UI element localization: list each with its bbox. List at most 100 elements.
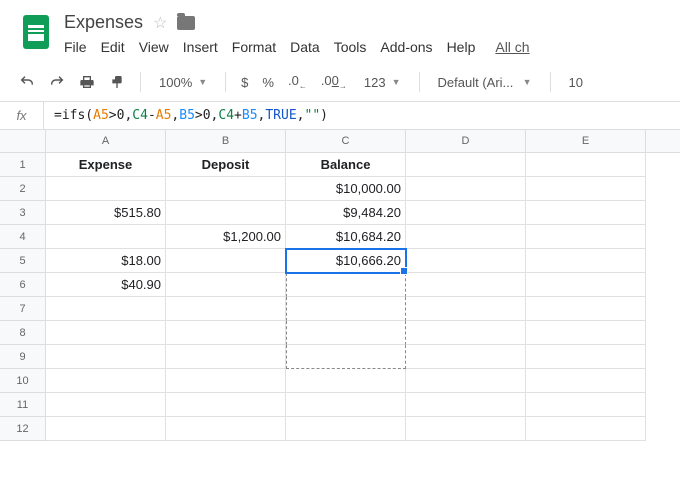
zoom-select[interactable]: 100%▼ [151,75,215,90]
cell-C3[interactable]: $9,484.20 [286,201,406,225]
cell-B10[interactable] [166,369,286,393]
row-header-2[interactable]: 2 [0,177,46,201]
redo-button[interactable] [44,69,70,95]
cell-E9[interactable] [526,345,646,369]
cell-A6[interactable]: $40.90 [46,273,166,297]
menu-view[interactable]: View [139,39,169,55]
cell-A7[interactable] [46,297,166,321]
cell-D11[interactable] [406,393,526,417]
cell-C4[interactable]: $10,684.20 [286,225,406,249]
row-header-5[interactable]: 5 [0,249,46,273]
cell-A2[interactable] [46,177,166,201]
decrease-decimal[interactable]: .0← [283,73,312,91]
cell-C7[interactable] [286,297,406,321]
cell-E5[interactable] [526,249,646,273]
cell-D8[interactable] [406,321,526,345]
col-header-E[interactable]: E [526,130,646,152]
cell-D6[interactable] [406,273,526,297]
row-header-4[interactable]: 4 [0,225,46,249]
formula-input[interactable]: =ifs(A5>0,C4-A5,B5>0,C4+B5,TRUE,"") [44,108,338,123]
cell-D1[interactable] [406,153,526,177]
format-percent[interactable]: % [257,75,279,90]
increase-decimal[interactable]: .00→ [316,73,352,91]
cell-A8[interactable] [46,321,166,345]
cell-E4[interactable] [526,225,646,249]
cell-E2[interactable] [526,177,646,201]
cell-B2[interactable] [166,177,286,201]
row-header-12[interactable]: 12 [0,417,46,441]
folder-icon[interactable] [177,16,195,30]
print-button[interactable] [74,69,100,95]
cell-E8[interactable] [526,321,646,345]
menu-file[interactable]: File [64,39,87,55]
cell-D9[interactable] [406,345,526,369]
cell-C12[interactable] [286,417,406,441]
cell-E3[interactable] [526,201,646,225]
row-header-3[interactable]: 3 [0,201,46,225]
cell-E12[interactable] [526,417,646,441]
row-header-9[interactable]: 9 [0,345,46,369]
cell-C6[interactable] [286,273,406,297]
cell-C2[interactable]: $10,000.00 [286,177,406,201]
cell-D5[interactable] [406,249,526,273]
menu-format[interactable]: Format [232,39,276,55]
menu-edit[interactable]: Edit [101,39,125,55]
cell-B11[interactable] [166,393,286,417]
row-header-1[interactable]: 1 [0,153,46,177]
cell-B12[interactable] [166,417,286,441]
doc-title[interactable]: Expenses [64,12,143,33]
cell-E7[interactable] [526,297,646,321]
cell-A1[interactable]: Expense [46,153,166,177]
row-header-6[interactable]: 6 [0,273,46,297]
cell-A3[interactable]: $515.80 [46,201,166,225]
cell-E10[interactable] [526,369,646,393]
menu-addons[interactable]: Add-ons [380,39,432,55]
paint-format-button[interactable] [104,69,130,95]
cell-A11[interactable] [46,393,166,417]
menu-insert[interactable]: Insert [183,39,218,55]
col-header-A[interactable]: A [46,130,166,152]
col-header-B[interactable]: B [166,130,286,152]
menu-all-changes[interactable]: All ch [495,39,529,55]
cell-E11[interactable] [526,393,646,417]
cell-C5[interactable]: $10,666.20 [286,249,406,273]
select-all-corner[interactable] [0,130,46,152]
cell-D3[interactable] [406,201,526,225]
star-icon[interactable]: ☆ [153,13,167,33]
fx-icon[interactable]: fx [0,102,44,129]
cell-A10[interactable] [46,369,166,393]
row-header-7[interactable]: 7 [0,297,46,321]
font-size-select[interactable]: 10 [561,75,591,90]
undo-button[interactable] [14,69,40,95]
row-header-8[interactable]: 8 [0,321,46,345]
cell-C10[interactable] [286,369,406,393]
sheets-logo[interactable] [16,12,56,52]
row-header-10[interactable]: 10 [0,369,46,393]
cell-A12[interactable] [46,417,166,441]
menu-tools[interactable]: Tools [334,39,367,55]
menu-data[interactable]: Data [290,39,320,55]
cell-A9[interactable] [46,345,166,369]
cell-D2[interactable] [406,177,526,201]
cell-D4[interactable] [406,225,526,249]
more-formats[interactable]: 123▼ [356,75,409,90]
cell-C9[interactable] [286,345,406,369]
format-currency[interactable]: $ [236,75,253,90]
cell-C1[interactable]: Balance [286,153,406,177]
cell-A5[interactable]: $18.00 [46,249,166,273]
cell-B1[interactable]: Deposit [166,153,286,177]
cell-B8[interactable] [166,321,286,345]
cell-B7[interactable] [166,297,286,321]
cell-D12[interactable] [406,417,526,441]
cell-D7[interactable] [406,297,526,321]
cell-B9[interactable] [166,345,286,369]
cell-B3[interactable] [166,201,286,225]
cell-B5[interactable] [166,249,286,273]
cell-D10[interactable] [406,369,526,393]
cell-A4[interactable] [46,225,166,249]
cell-C11[interactable] [286,393,406,417]
cell-E6[interactable] [526,273,646,297]
cell-B6[interactable] [166,273,286,297]
menu-help[interactable]: Help [447,39,476,55]
cell-C8[interactable] [286,321,406,345]
